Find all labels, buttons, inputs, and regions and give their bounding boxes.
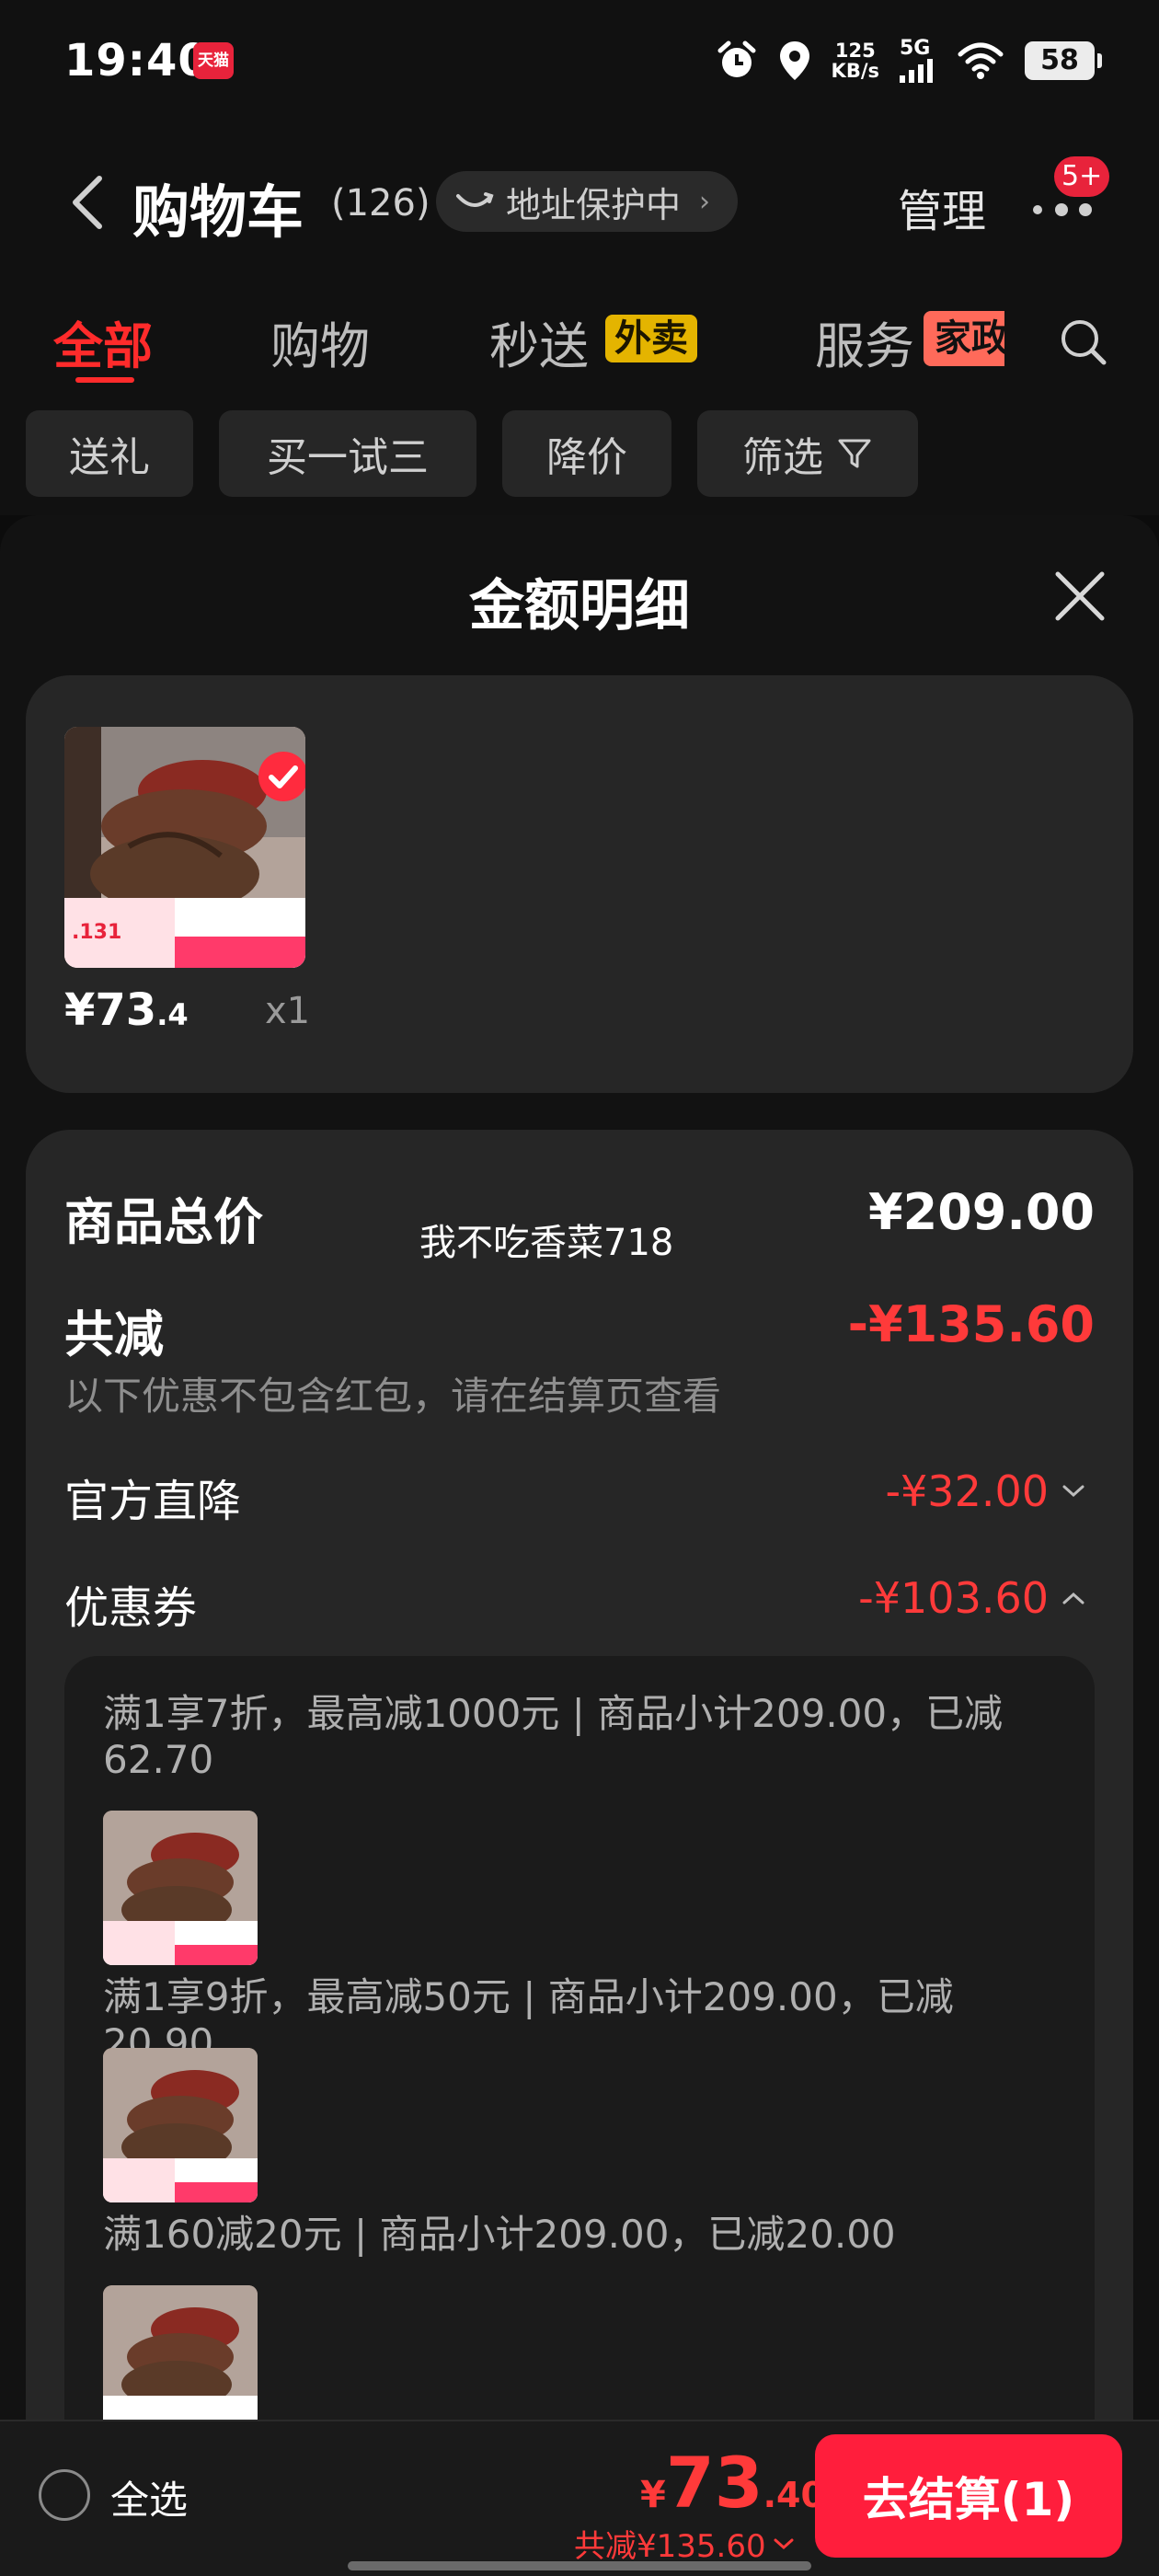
tag-jiazheng: 家政	[924, 311, 1004, 366]
selected-products-card: .131 ¥73.4 x1	[26, 675, 1133, 1093]
filter-try-three[interactable]: 买一试三	[219, 410, 476, 497]
manage-button[interactable]: 管理	[898, 175, 986, 239]
product-price-dec: .4	[156, 997, 189, 1032]
checkout-button[interactable]: 去结算(1)	[815, 2434, 1122, 2558]
smile-icon	[456, 192, 494, 207]
tab-all[interactable]: 全部	[53, 305, 153, 378]
close-icon[interactable]	[1052, 569, 1107, 624]
filter-more[interactable]: 筛选	[697, 410, 918, 497]
back-icon[interactable]	[66, 173, 110, 232]
saved-amount: 共减¥135.60	[574, 2528, 766, 2565]
filter-price-drop-label: 降价	[546, 434, 627, 481]
select-all-radio[interactable]	[39, 2469, 90, 2521]
notification-badge: 5+	[1054, 156, 1110, 197]
product-image[interactable]: .131	[64, 727, 305, 968]
user-watermark: 我不吃香菜718	[419, 1222, 674, 1264]
chevron-up-icon	[1062, 1592, 1084, 1604]
tag-waimai: 外卖	[605, 315, 697, 362]
total-price-label: 商品总价	[64, 1193, 263, 1251]
status-time: 19:40	[64, 35, 210, 86]
signal-group: 5G	[900, 39, 936, 83]
total-price-value: ¥209.00	[868, 1183, 1095, 1241]
amount-detail-sheet: 金额明细 .131 ¥73.4 x1 商品总价 ¥209.00 我不吃香菜718…	[0, 515, 1159, 2576]
official-discount-label: 官方直降	[64, 1476, 242, 1527]
coupon-3-product-image	[103, 2285, 258, 2440]
filter-chips: 送礼 买一试三 降价 筛选	[0, 386, 1159, 515]
filter-icon	[838, 439, 871, 468]
location-icon	[779, 41, 809, 80]
product-price-int: ¥73	[64, 984, 157, 1036]
chevron-down-icon	[1062, 1485, 1084, 1498]
coupon-2-product-image	[103, 2048, 258, 2202]
page-title: 购物车	[132, 178, 304, 246]
tab-instant-delivery[interactable]: 秒送	[489, 305, 589, 378]
filter-price-drop[interactable]: 降价	[502, 410, 671, 497]
more-icon[interactable]	[1028, 201, 1095, 219]
sheet-title: 金额明细	[469, 574, 690, 638]
status-bar: 19:40 天猫 125 KB/s 5G 58	[0, 0, 1159, 129]
discount-note: 以下优惠不包含红包，请在结算页查看	[64, 1374, 722, 1419]
tab-services[interactable]: 服务	[815, 305, 914, 378]
filter-gift[interactable]: 送礼	[26, 410, 193, 497]
signal-icon	[900, 59, 933, 83]
net-speed: 125 KB/s	[831, 40, 879, 82]
amount-breakdown-card: 商品总价 ¥209.00 我不吃香菜718 共减 -¥135.60 以下优惠不包…	[26, 1130, 1133, 2576]
official-discount-row[interactable]: -¥32.00	[885, 1466, 1085, 1516]
discount-label: 共减	[64, 1305, 164, 1363]
address-protection-label: 地址保护中	[506, 184, 682, 225]
coupon-label: 优惠券	[64, 1582, 198, 1634]
total-currency: ¥	[640, 2474, 666, 2516]
svg-text:.131: .131	[72, 921, 121, 944]
status-indicators: 125 KB/s 5G 58	[716, 37, 1102, 85]
coupon-1-product-image	[103, 1811, 258, 1965]
filter-more-label: 筛选	[742, 434, 823, 481]
chevron-right-icon: ›	[699, 185, 711, 218]
official-discount-value: -¥32.00	[885, 1466, 1049, 1516]
wifi-icon	[958, 42, 1004, 79]
check-icon[interactable]	[258, 751, 305, 802]
home-indicator[interactable]	[348, 2561, 811, 2570]
total-int: 73	[665, 2442, 763, 2524]
checkout-bar: 全选 ¥73.40 共减¥135.60 去结算(1)	[0, 2420, 1159, 2576]
alarm-icon	[717, 40, 756, 77]
address-protection-pill[interactable]: 地址保护中 ›	[436, 171, 739, 232]
tab-active-indicator	[75, 377, 134, 383]
battery-indicator: 58	[1025, 41, 1102, 80]
discount-value: -¥135.60	[847, 1295, 1095, 1353]
product-quantity: x1	[265, 990, 311, 1032]
tab-shopping[interactable]: 购物	[270, 305, 370, 378]
coupon-1-desc: 满1享7折，最高减1000元 | 商品小计209.00，已减62.70	[103, 1691, 1004, 1782]
coupon-value: -¥103.60	[858, 1573, 1049, 1623]
cart-header: 购物车 (126) 地址保护中 › 管理 5+	[0, 129, 1159, 276]
filter-try-three-label: 买一试三	[267, 434, 429, 481]
cart-count: (126)	[331, 182, 430, 224]
saved-amount-toggle[interactable]: 共减¥135.60	[574, 2521, 794, 2566]
category-tabs: 全部 购物 秒送 外卖 服务 家政	[0, 276, 1159, 386]
coupon-row[interactable]: -¥103.60	[858, 1573, 1085, 1623]
select-all-label[interactable]: 全选	[110, 2469, 188, 2525]
chevron-down-icon	[774, 2538, 794, 2549]
search-icon[interactable]	[1058, 316, 1109, 368]
filter-gift-label: 送礼	[69, 434, 150, 481]
tmall-app-icon: 天猫	[193, 42, 234, 79]
product-price: ¥73.4	[64, 984, 189, 1036]
network-type: 5G	[900, 37, 931, 60]
total-amount: ¥73.40	[640, 2442, 825, 2524]
coupon-3-desc: 满160减20元 | 商品小计209.00，已减20.00	[103, 2212, 896, 2257]
